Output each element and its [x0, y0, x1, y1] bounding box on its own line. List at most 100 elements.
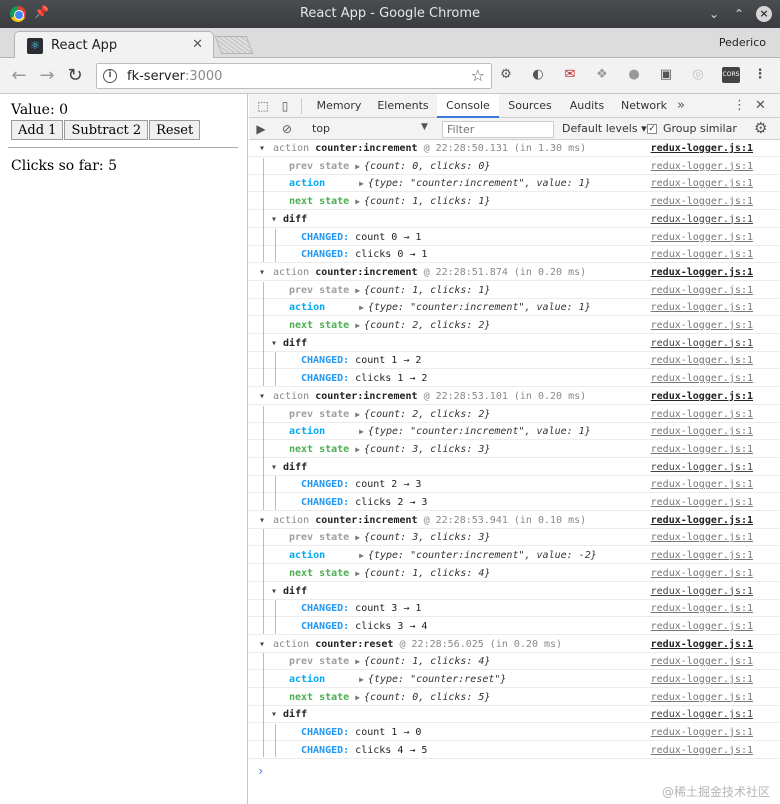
group-similar-checkbox[interactable]: ✓ — [647, 124, 657, 134]
source-link[interactable]: redux-logger.js:1 — [651, 338, 753, 349]
source-link[interactable]: redux-logger.js:1 — [651, 603, 753, 614]
source-link[interactable]: redux-logger.js:1 — [651, 727, 753, 738]
log-line[interactable]: CHANGED: count 0 → 1 redux-logger.js:1 — [249, 229, 780, 246]
source-link[interactable]: redux-logger.js:1 — [651, 639, 753, 650]
tab-sources[interactable]: Sources — [501, 94, 559, 118]
tab-close-icon[interactable]: ✕ — [192, 37, 203, 52]
log-line[interactable]: CHANGED: count 1 → 2 redux-logger.js:1 — [249, 352, 780, 370]
source-link[interactable]: redux-logger.js:1 — [651, 745, 753, 756]
console-prompt[interactable]: › — [257, 764, 264, 778]
expand-arrow-icon[interactable]: ▾ — [259, 639, 265, 650]
minimize-icon[interactable]: ⌄ — [706, 6, 722, 22]
extension-image-icon[interactable]: ▣ — [658, 67, 674, 83]
expand-arrow-icon[interactable]: ▾ — [259, 391, 265, 402]
source-link[interactable]: redux-logger.js:1 — [651, 391, 753, 402]
expand-triangle-icon[interactable]: ▶ — [355, 569, 360, 578]
source-link[interactable]: redux-logger.js:1 — [651, 586, 753, 597]
expand-triangle-icon[interactable]: ▶ — [355, 657, 360, 666]
log-line[interactable]: prev state ▶ {count: 1, clicks: 1} redux-lo… — [249, 282, 780, 299]
extension-circle-icon[interactable]: ● — [626, 67, 642, 83]
info-icon[interactable]: i — [103, 69, 117, 83]
log-line[interactable]: ▾ action counter:increment @ 22:28:51.874… — [249, 264, 780, 281]
expand-triangle-icon[interactable]: ▶ — [359, 179, 364, 188]
expand-triangle-icon[interactable]: ▶ — [355, 162, 360, 171]
source-link[interactable]: redux-logger.js:1 — [651, 674, 753, 685]
log-line[interactable]: ▾ diff redux-logger.js:1 — [249, 335, 780, 352]
tab-elements[interactable]: Elements — [373, 94, 433, 118]
log-line[interactable]: next state ▶ {count: 1, clicks: 4} redux-lo… — [249, 565, 780, 582]
log-line[interactable]: next state ▶ {count: 2, clicks: 2} redux-lo… — [249, 317, 780, 334]
source-link[interactable]: redux-logger.js:1 — [651, 178, 753, 189]
expand-triangle-icon[interactable]: ▶ — [355, 693, 360, 702]
extension-mail-icon[interactable]: ✉ — [562, 67, 578, 83]
tab-console[interactable]: Console — [437, 94, 499, 118]
console-settings-icon[interactable]: ⚙ — [754, 119, 767, 137]
diff-expand-arrow-icon[interactable]: ▾ — [271, 709, 277, 720]
expand-triangle-icon[interactable]: ▶ — [359, 675, 364, 684]
log-line[interactable]: CHANGED: count 2 → 3 redux-logger.js:1 — [249, 476, 780, 494]
log-line[interactable]: next state ▶ {count: 3, clicks: 3} redux-lo… — [249, 441, 780, 458]
log-line[interactable]: CHANGED: count 3 → 1 redux-logger.js:1 — [249, 600, 780, 618]
log-line[interactable]: ▾ action counter:increment @ 22:28:53.101… — [249, 388, 780, 405]
log-levels-selector[interactable]: Default levels ▾ — [562, 122, 647, 135]
new-tab-button[interactable] — [214, 36, 254, 54]
source-link[interactable]: redux-logger.js:1 — [651, 214, 753, 225]
log-line[interactable]: ▾ diff redux-logger.js:1 — [249, 706, 780, 724]
log-line[interactable]: ▾ action counter:increment @ 22:28:50.131… — [249, 140, 780, 157]
source-link[interactable]: redux-logger.js:1 — [651, 285, 753, 296]
more-tabs-icon[interactable]: » — [677, 94, 685, 118]
expand-triangle-icon[interactable]: ▶ — [355, 286, 360, 295]
close-window-icon[interactable]: × — [756, 6, 772, 22]
source-link[interactable]: redux-logger.js:1 — [651, 409, 753, 420]
expand-triangle-icon[interactable]: ▶ — [355, 321, 360, 330]
profile-name[interactable]: Pederico — [719, 36, 766, 49]
log-line[interactable]: ▾ action counter:increment @ 22:28:53.941… — [249, 512, 780, 529]
extension-opera-icon[interactable]: ◐ — [530, 67, 546, 83]
reload-icon[interactable]: ↻ — [64, 65, 86, 87]
log-line[interactable]: action ▶ {type: "counter:increment", value… — [249, 299, 780, 317]
reset-button[interactable]: Reset — [149, 120, 201, 140]
extension-ring-icon[interactable]: ◎ — [690, 67, 706, 83]
context-dropdown-icon[interactable]: ▼ — [421, 122, 428, 132]
tab-audits[interactable]: Audits — [561, 94, 613, 118]
log-line[interactable]: prev state ▶ {count: 0, clicks: 0} redux-lo… — [249, 158, 780, 175]
diff-expand-arrow-icon[interactable]: ▾ — [271, 462, 277, 473]
tab-memory[interactable]: Memory — [311, 94, 367, 118]
source-link[interactable]: redux-logger.js:1 — [651, 143, 753, 154]
chrome-menu-icon[interactable]: ⋮ — [752, 67, 768, 83]
source-link[interactable]: redux-logger.js:1 — [651, 232, 753, 243]
log-line[interactable]: ▾ diff redux-logger.js:1 — [249, 583, 780, 600]
diff-expand-arrow-icon[interactable]: ▾ — [271, 214, 277, 225]
log-line[interactable]: CHANGED: clicks 4 → 5 redux-logger.js:1 — [249, 742, 780, 759]
log-line[interactable]: ▾ diff redux-logger.js:1 — [249, 211, 780, 228]
inspect-element-icon[interactable]: ⬚ — [255, 98, 271, 114]
diff-expand-arrow-icon[interactable]: ▾ — [271, 586, 277, 597]
log-line[interactable]: next state ▶ {count: 0, clicks: 5} redux-lo… — [249, 689, 780, 706]
source-link[interactable]: redux-logger.js:1 — [651, 444, 753, 455]
log-line[interactable]: action ▶ {type: "counter:increment", value… — [249, 547, 780, 565]
address-bar[interactable]: i fk-server:3000 ☆ — [96, 63, 492, 89]
clear-console-icon[interactable]: ⊘ — [279, 121, 295, 137]
source-link[interactable]: redux-logger.js:1 — [651, 709, 753, 720]
source-link[interactable]: redux-logger.js:1 — [651, 479, 753, 490]
source-link[interactable]: redux-logger.js:1 — [651, 497, 753, 508]
source-link[interactable]: redux-logger.js:1 — [651, 302, 753, 313]
source-link[interactable]: redux-logger.js:1 — [651, 161, 753, 172]
expand-triangle-icon[interactable]: ▶ — [355, 197, 360, 206]
log-line[interactable]: action ▶ {type: "counter:increment", value… — [249, 175, 780, 193]
log-line[interactable]: CHANGED: clicks 1 → 2 redux-logger.js:1 — [249, 370, 780, 388]
maximize-icon[interactable]: ⌃ — [731, 6, 747, 22]
tab-network[interactable]: Network — [615, 94, 673, 118]
source-link[interactable]: redux-logger.js:1 — [651, 568, 753, 579]
log-line[interactable]: prev state ▶ {count: 3, clicks: 3} redux-lo… — [249, 529, 780, 547]
context-selector[interactable]: top — [312, 122, 330, 135]
source-link[interactable]: redux-logger.js:1 — [651, 656, 753, 667]
diff-expand-arrow-icon[interactable]: ▾ — [271, 338, 277, 349]
extension-cors-icon[interactable]: CORS — [722, 67, 740, 83]
source-link[interactable]: redux-logger.js:1 — [651, 515, 753, 526]
log-line[interactable]: CHANGED: count 1 → 0 redux-logger.js:1 — [249, 724, 780, 742]
log-line[interactable]: action ▶ {type: "counter:increment", value… — [249, 423, 780, 441]
extension-dropbox-icon[interactable]: ❖ — [594, 67, 610, 83]
source-link[interactable]: redux-logger.js:1 — [651, 621, 753, 632]
devtools-menu-icon[interactable]: ⋮ — [733, 94, 746, 118]
